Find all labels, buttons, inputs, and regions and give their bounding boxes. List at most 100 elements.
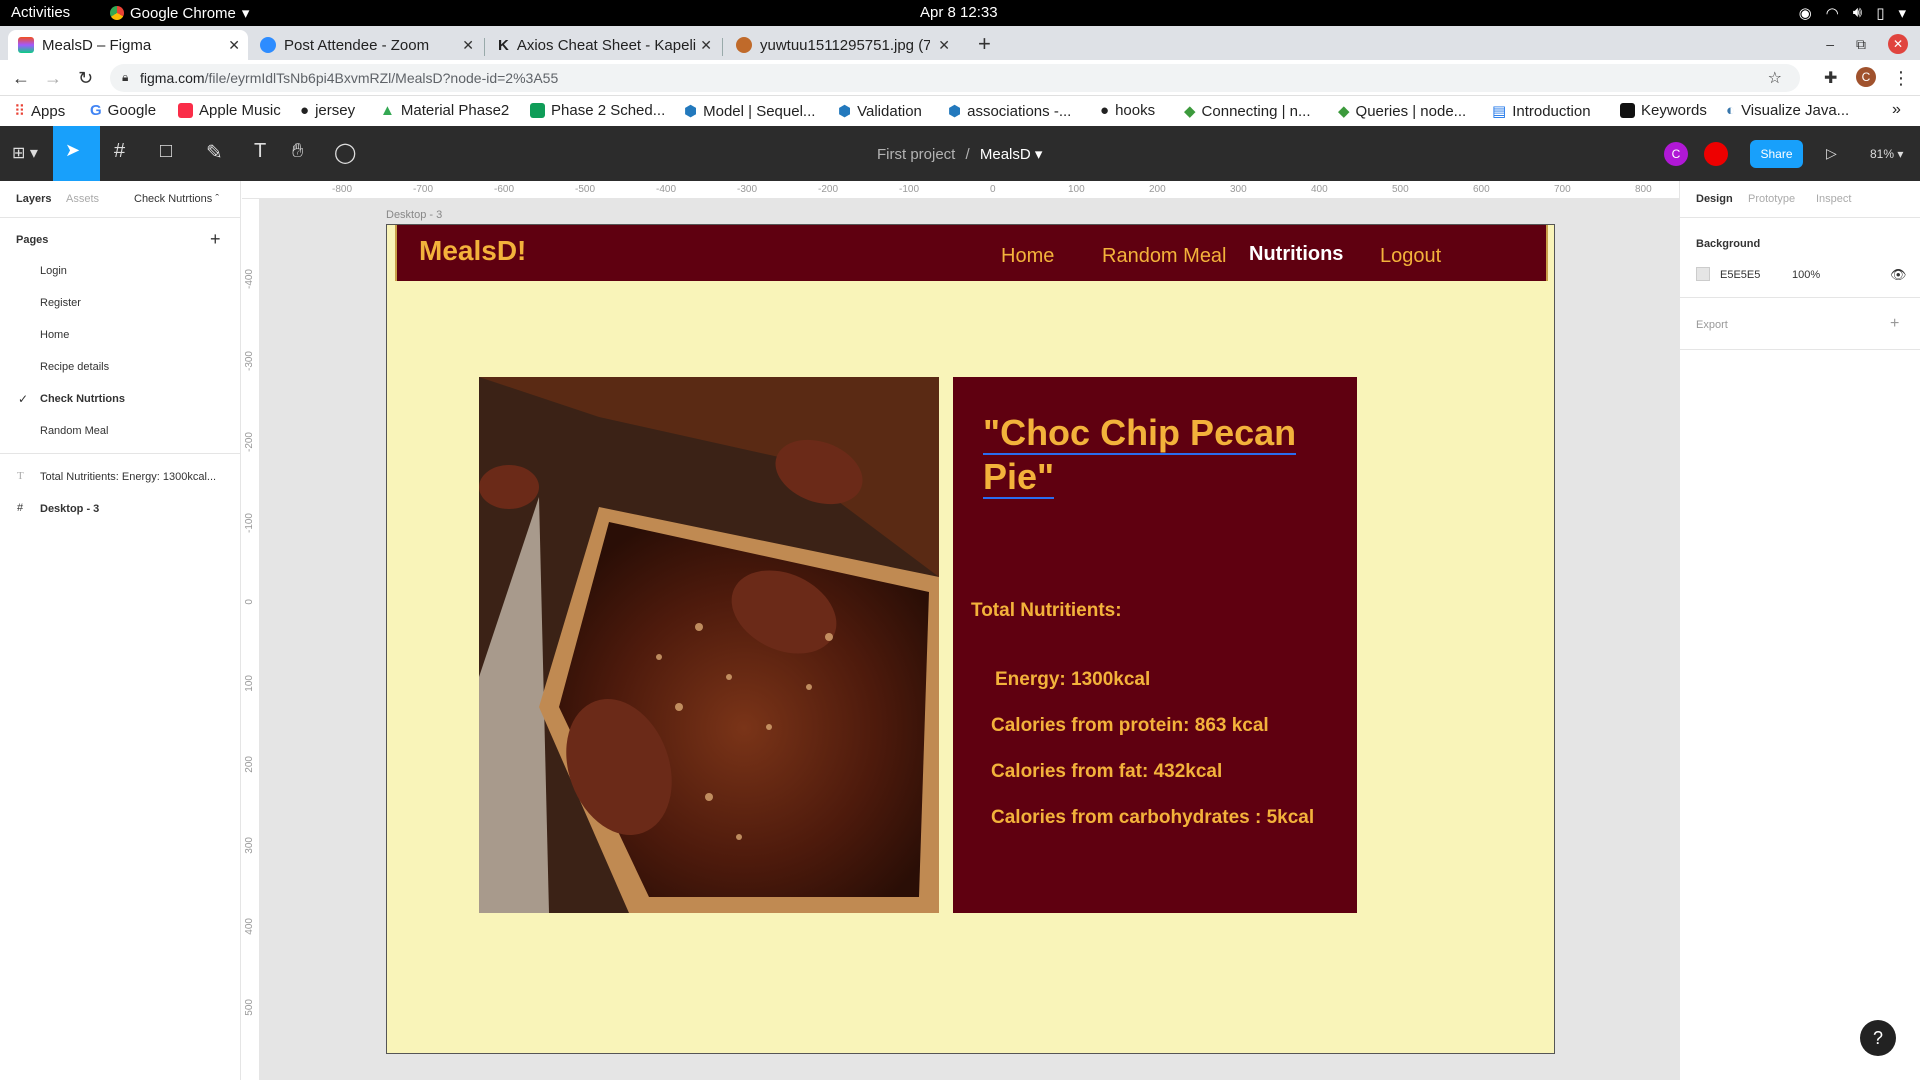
panel-divider bbox=[1680, 349, 1920, 350]
figma-menu-icon[interactable]: ⊞ ▾ bbox=[12, 143, 38, 163]
bookmark-keywords[interactable]: Keywords bbox=[1620, 102, 1707, 119]
tab-figma[interactable]: MealsD – Figma ✕ bbox=[8, 30, 248, 60]
nav-link-logout[interactable]: Logout bbox=[1380, 245, 1441, 268]
close-icon[interactable]: ✕ bbox=[462, 37, 474, 54]
tab-axios[interactable]: K Axios Cheat Sheet - Kapeli ✕ bbox=[488, 30, 720, 60]
bookmark-hooks[interactable]: ● hooks bbox=[1100, 102, 1155, 119]
bookmark-queries[interactable]: ◆ Queries | node... bbox=[1338, 102, 1466, 121]
zoom-level[interactable]: 81% ▾ bbox=[1870, 147, 1903, 161]
page-item-home[interactable]: Home bbox=[40, 329, 69, 341]
hand-tool-icon[interactable]: ✋︎ bbox=[292, 140, 303, 163]
clock[interactable]: Apr 8 12:33 bbox=[920, 4, 998, 21]
chrome-menu-icon[interactable]: ⋮ bbox=[1892, 68, 1910, 89]
page-item-check-nutrtions[interactable]: Check Nutrtions bbox=[40, 393, 125, 405]
nav-link-random-meal[interactable]: Random Meal bbox=[1102, 245, 1227, 268]
page-item-recipe-details[interactable]: Recipe details bbox=[40, 361, 109, 373]
bookmark-apps[interactable]: ⠿ Apps bbox=[14, 102, 65, 121]
page-item-login[interactable]: Login bbox=[40, 265, 67, 277]
github-icon: ● bbox=[1100, 102, 1110, 119]
present-play-icon[interactable]: ▷ bbox=[1826, 145, 1837, 162]
chevron-down-icon[interactable]: ▾ bbox=[1035, 146, 1043, 163]
text-tool-icon[interactable]: T bbox=[254, 140, 266, 163]
profile-avatar[interactable]: C bbox=[1856, 67, 1876, 87]
url-domain: figma.com bbox=[140, 70, 205, 86]
tab-layers[interactable]: Layers bbox=[16, 193, 51, 205]
background-swatch[interactable] bbox=[1696, 267, 1710, 281]
node-icon: ◆ bbox=[1338, 103, 1350, 120]
close-icon[interactable]: ✕ bbox=[228, 37, 240, 54]
back-icon[interactable]: ← bbox=[12, 68, 30, 89]
doc-icon: ▤ bbox=[1492, 103, 1507, 120]
close-window-button[interactable]: ✕ bbox=[1888, 34, 1908, 54]
tab-inspect[interactable]: Inspect bbox=[1816, 193, 1851, 205]
tab-assets[interactable]: Assets bbox=[66, 193, 99, 205]
ruler-tick: -600 bbox=[494, 184, 515, 195]
url-field[interactable]: 🔒︎ figma.com/file/eyrmIdlTsNb6pi4BxvmRZl… bbox=[110, 64, 1800, 92]
bookmark-visualize-java[interactable]: ◐ Visualize Java... bbox=[1726, 102, 1849, 119]
tab-prototype[interactable]: Prototype bbox=[1748, 193, 1795, 205]
bookmark-introduction[interactable]: ▤ Introduction bbox=[1492, 102, 1591, 121]
close-icon[interactable]: ✕ bbox=[938, 37, 950, 54]
background-hex[interactable]: E5E5E5 bbox=[1720, 269, 1760, 281]
extensions-icon[interactable]: ✚ bbox=[1824, 68, 1837, 88]
bookmark-google[interactable]: G Google bbox=[90, 102, 156, 119]
layer-text-nutrients[interactable]: Total Nutritients: Energy: 1300kcal... bbox=[40, 471, 235, 483]
reload-icon[interactable]: ↻ bbox=[78, 68, 93, 89]
record-avatar[interactable] bbox=[1704, 142, 1728, 166]
address-bar-row: ← → ↻ 🔒︎ figma.com/file/eyrmIdlTsNb6pi4B… bbox=[0, 60, 1920, 96]
bookmark-jersey[interactable]: ● jersey bbox=[300, 102, 355, 119]
bookmark-connecting[interactable]: ◆ Connecting | n... bbox=[1184, 102, 1311, 121]
background-opacity[interactable]: 100% bbox=[1792, 269, 1820, 281]
new-tab-button[interactable]: + bbox=[978, 31, 991, 57]
app-menu[interactable]: Google Chrome ▾ bbox=[110, 4, 249, 22]
close-icon[interactable]: ✕ bbox=[700, 37, 712, 54]
bookmark-associations[interactable]: ⬢ associations -... bbox=[948, 102, 1071, 121]
bookmark-phase2-sched[interactable]: Phase 2 Sched... bbox=[530, 102, 665, 119]
bookmark-validation[interactable]: ⬢ Validation bbox=[838, 102, 922, 121]
add-export-icon[interactable]: + bbox=[1890, 315, 1899, 333]
site-brand[interactable]: MealsD! bbox=[419, 235, 526, 267]
page-dropdown[interactable]: Check Nutrtions ˆ bbox=[134, 193, 219, 205]
pen-tool-icon[interactable]: ✎ bbox=[206, 140, 223, 165]
file-name[interactable]: MealsD bbox=[980, 146, 1031, 163]
system-tray[interactable]: ◉ ◠ 🔊︎ ▯ ▾ bbox=[1799, 4, 1906, 22]
activities-button[interactable]: Activities bbox=[11, 4, 70, 21]
tab-image[interactable]: yuwtuu1511295751.jpg (7 ✕ bbox=[726, 30, 958, 60]
tab-divider bbox=[722, 38, 723, 56]
share-button[interactable]: Share bbox=[1750, 140, 1803, 168]
desktop-frame[interactable]: MealsD! Home Random Meal Nutritions Logo… bbox=[386, 224, 1555, 1054]
restore-icon[interactable]: ⧉ bbox=[1856, 36, 1866, 53]
layer-desktop-3[interactable]: Desktop - 3 bbox=[40, 503, 99, 515]
nav-link-nutritions[interactable]: Nutritions bbox=[1249, 243, 1343, 266]
nutrition-card[interactable]: "Choc Chip Pecan Pie" Total Nutritients:… bbox=[953, 377, 1357, 913]
page-item-register[interactable]: Register bbox=[40, 297, 81, 309]
star-icon[interactable]: ☆ bbox=[1768, 68, 1782, 88]
bookmark-label: Introduction bbox=[1512, 102, 1591, 120]
add-page-icon[interactable]: + bbox=[210, 229, 221, 250]
minimize-icon[interactable]: – bbox=[1826, 36, 1834, 52]
bookmark-apple-music[interactable]: Apple Music bbox=[178, 102, 281, 119]
sequelize-icon: ⬢ bbox=[948, 103, 962, 120]
page-item-random-meal[interactable]: Random Meal bbox=[40, 425, 108, 437]
frame-tool-icon[interactable]: # bbox=[114, 140, 125, 163]
ruler-tick: 100 bbox=[1068, 184, 1085, 195]
frame-label[interactable]: Desktop - 3 bbox=[386, 209, 442, 221]
bookmark-material-phase2[interactable]: ▲ Material Phase2 bbox=[380, 102, 509, 119]
github-icon: ● bbox=[300, 102, 310, 119]
rectangle-tool-icon[interactable]: □ bbox=[160, 140, 172, 163]
comment-tool-icon[interactable]: ◯ bbox=[334, 140, 356, 165]
bookmark-model-sequel[interactable]: ⬢ Model | Sequel... bbox=[684, 102, 815, 121]
tab-zoom[interactable]: Post Attendee - Zoom ✕ bbox=[250, 30, 482, 60]
forward-icon[interactable]: → bbox=[44, 68, 62, 89]
ruler-tick: -200 bbox=[818, 184, 839, 195]
help-button[interactable]: ? bbox=[1860, 1020, 1896, 1056]
eye-icon[interactable]: 👁︎ bbox=[1890, 267, 1907, 283]
move-tool[interactable]: ➤ bbox=[53, 126, 100, 181]
bookmarks-overflow-icon[interactable]: » bbox=[1892, 101, 1901, 119]
project-name[interactable]: First project bbox=[877, 146, 955, 163]
collaborator-avatar[interactable]: C bbox=[1664, 142, 1688, 166]
nav-link-home[interactable]: Home bbox=[1001, 245, 1054, 268]
chrome-icon bbox=[110, 6, 124, 20]
ruler-tick: -200 bbox=[244, 432, 255, 453]
tab-design[interactable]: Design bbox=[1696, 193, 1733, 205]
